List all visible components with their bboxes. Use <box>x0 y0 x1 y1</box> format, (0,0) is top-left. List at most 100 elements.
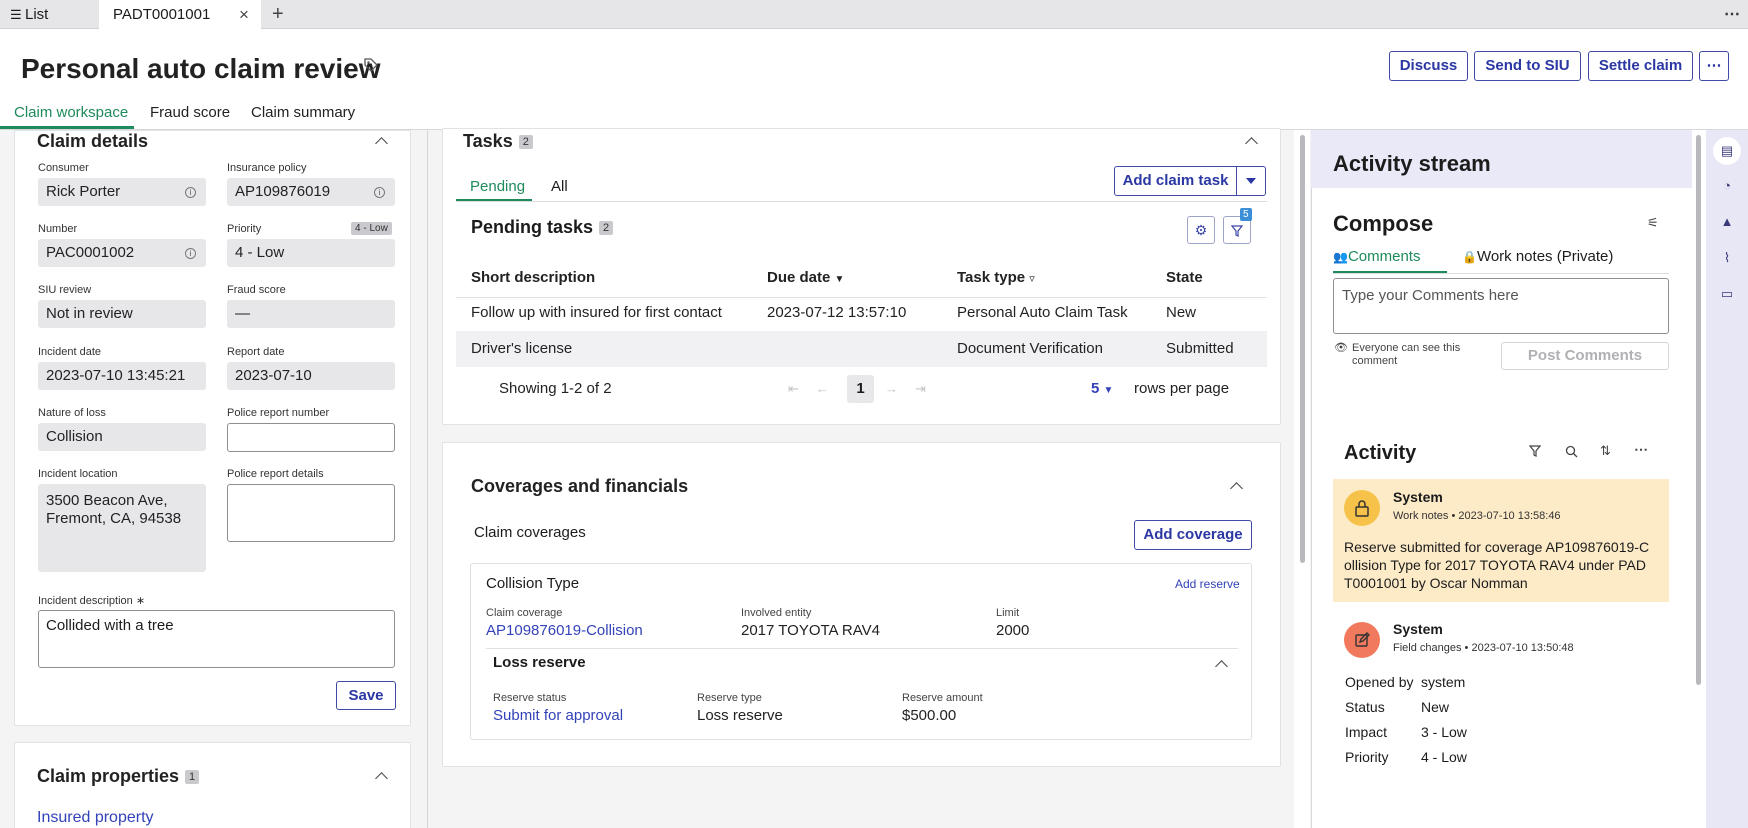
compose-settings-icon[interactable]: ⚟ <box>1647 215 1659 231</box>
settings-gear-icon[interactable]: ⚙ <box>1187 216 1215 244</box>
gauge-icon[interactable]: ◔ <box>1717 176 1737 196</box>
tasks-title: Tasks 2 <box>463 131 533 152</box>
activity-stream-icon[interactable]: ▤ <box>1717 141 1737 161</box>
post-comments-button[interactable]: Post Comments <box>1501 342 1669 370</box>
more-icon[interactable]: ⋯ <box>1724 0 1740 29</box>
tab-claim-summary[interactable]: Claim summary <box>251 104 355 121</box>
send-to-siu-button[interactable]: Send to SIU <box>1474 51 1581 81</box>
tab-comments[interactable]: 👥Comments <box>1333 248 1420 265</box>
tab-work-notes[interactable]: 🔒Work notes (Private) <box>1462 248 1613 265</box>
tab-fraud-score[interactable]: Fraud score <box>150 104 230 121</box>
info-icon[interactable]: i <box>185 187 196 198</box>
scrollbar-thumb[interactable] <box>1300 135 1305 563</box>
table-cell: Personal Auto Claim Task <box>957 304 1128 321</box>
activity-author: System <box>1393 489 1443 505</box>
fraud-field[interactable]: — <box>227 300 395 328</box>
pagination-nav-icons[interactable]: →⇥ <box>885 381 943 397</box>
claim-details-title: Claim details <box>37 131 149 151</box>
sort-icon[interactable]: ⇅ <box>1600 443 1611 459</box>
activity-stream-title: Activity stream <box>1333 151 1491 176</box>
claim-properties-title: Claim properties 1 <box>37 766 200 787</box>
more-icon[interactable]: ⋯ <box>1634 441 1648 458</box>
page-number-button[interactable]: 1 <box>847 375 874 403</box>
filter-count-badge: 5 <box>1240 208 1252 221</box>
priority-field[interactable]: 4 - Low <box>227 239 395 267</box>
police-number-input[interactable] <box>227 423 395 452</box>
task-link[interactable]: Follow up with insured for first contact <box>471 304 722 321</box>
filter-icon: ▿ <box>1029 273 1035 285</box>
tab-claim-workspace[interactable]: Claim workspace <box>14 104 128 121</box>
add-tab-icon[interactable]: + <box>272 0 292 29</box>
reserve-amount-value: $500.00 <box>902 707 957 724</box>
location-label: Incident location <box>38 468 118 480</box>
insured-property-link[interactable]: Insured property <box>37 809 154 827</box>
list-tab-label: List <box>25 6 49 23</box>
list-icon: ☰ <box>10 7 22 22</box>
close-icon[interactable]: × <box>239 0 249 29</box>
activity-author: System <box>1393 621 1443 637</box>
consumer-field[interactable]: Rick Porter <box>38 178 206 206</box>
chevron-down-icon <box>1246 178 1256 185</box>
settle-claim-button[interactable]: Settle claim <box>1588 51 1693 81</box>
policy-field[interactable]: AP109876019 <box>227 178 395 206</box>
activity-title: Activity <box>1344 442 1417 464</box>
task-link[interactable]: Driver's license <box>471 340 572 357</box>
record-tab[interactable]: PADT0001001 × <box>99 0 261 30</box>
column-header[interactable]: Short description <box>471 269 595 286</box>
add-claim-task-button[interactable]: Add claim task <box>1114 166 1237 196</box>
coverage-link[interactable]: AP109876019-Collision <box>486 622 643 639</box>
tab-pending[interactable]: Pending <box>470 178 525 195</box>
report-date-field[interactable]: 2023-07-10 <box>227 362 395 390</box>
reserve-status-link[interactable]: Submit for approval <box>493 707 623 724</box>
location-field[interactable]: 3500 Beacon Ave, Fremont, CA, 94538 <box>38 484 206 572</box>
divider <box>486 648 1238 649</box>
police-details-input[interactable] <box>227 484 395 542</box>
info-icon[interactable]: i <box>374 187 385 198</box>
learning-icon[interactable]: ▲ <box>1717 212 1737 232</box>
police-details-label: Police report details <box>227 468 324 480</box>
discuss-button[interactable]: Discuss <box>1389 51 1468 81</box>
document-icon[interactable]: ▭ <box>1717 284 1737 304</box>
search-icon[interactable] <box>1565 445 1578 458</box>
sort-down-icon: ▼ <box>834 274 845 285</box>
pagination-summary: Showing 1-2 of 2 <box>499 380 612 397</box>
table-row[interactable] <box>456 331 1267 367</box>
pagination-nav-icons[interactable]: ⇤← <box>788 381 846 397</box>
info-icon[interactable]: i <box>185 248 196 259</box>
add-reserve-link[interactable]: Add reserve <box>1175 577 1240 591</box>
add-task-dropdown-button[interactable] <box>1236 166 1266 196</box>
tag-icon[interactable] <box>364 58 378 72</box>
police-number-label: Police report number <box>227 407 330 419</box>
required-icon: ∗ <box>135 595 146 607</box>
compose-title: Compose <box>1333 211 1434 236</box>
list-tab[interactable]: ☰ List <box>0 0 96 29</box>
header-more-button[interactable]: ⋯ <box>1699 51 1729 81</box>
tab-all[interactable]: All <box>551 178 568 195</box>
description-input[interactable]: Collided with a tree <box>38 610 395 668</box>
activity-meta: Field changes • 2023-07-10 13:50:48 <box>1393 642 1574 654</box>
siu-field[interactable]: Not in review <box>38 300 206 328</box>
filter-icon[interactable] <box>1528 445 1542 460</box>
priority-badge: 4 - Low <box>351 222 392 235</box>
table-cell: Submitted <box>1166 340 1234 357</box>
scrollbar-thumb[interactable] <box>1696 135 1701 685</box>
right-icon-rail <box>1706 130 1748 828</box>
divider <box>456 297 1267 298</box>
save-button[interactable]: Save <box>336 681 396 710</box>
rows-per-page-select[interactable]: 5 ▼ <box>1091 380 1113 397</box>
reserve-status-label: Reserve status <box>493 692 567 704</box>
add-coverage-button[interactable]: Add coverage <box>1134 520 1252 550</box>
consumer-label: Consumer <box>38 162 89 174</box>
number-field[interactable]: PAC0001002 <box>38 239 206 267</box>
comment-input[interactable]: Type your Comments here <box>1333 278 1669 334</box>
nature-field[interactable]: Collision <box>38 423 206 451</box>
attachment-icon[interactable]: ⌇ <box>1717 248 1737 268</box>
incident-date-field[interactable]: 2023-07-10 13:45:21 <box>38 362 206 390</box>
column-header[interactable]: Task type ▿ <box>957 269 1035 286</box>
column-header[interactable]: State <box>1166 269 1203 286</box>
divider <box>427 130 428 828</box>
column-header[interactable]: Due date ▼ <box>767 269 844 286</box>
nature-label: Nature of loss <box>38 407 106 419</box>
divider <box>1333 273 1669 274</box>
siu-label: SIU review <box>38 284 92 296</box>
